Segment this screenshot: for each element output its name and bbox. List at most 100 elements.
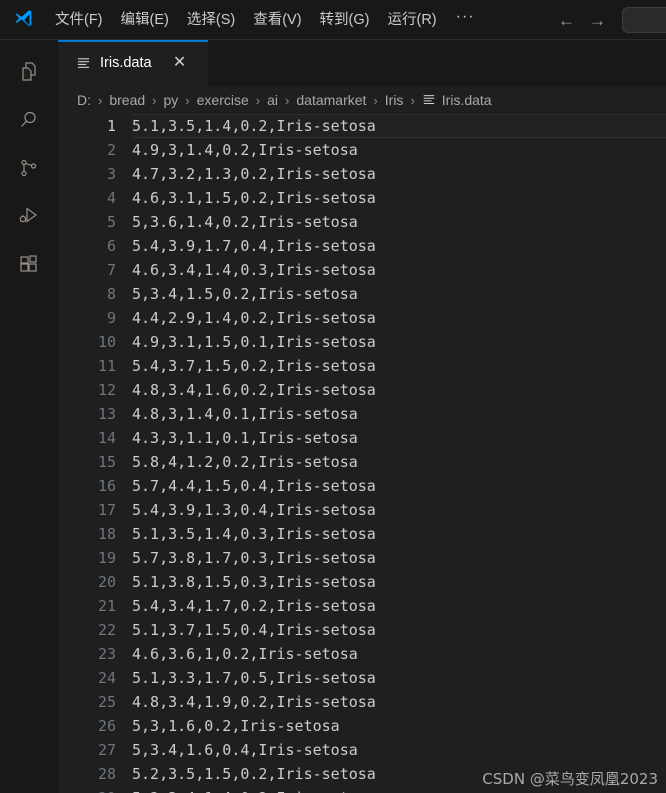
- breadcrumb-separator: ›: [98, 92, 103, 108]
- menu-edit[interactable]: 编辑(E): [112, 6, 178, 34]
- line-number: 23: [97, 645, 116, 663]
- code-line[interactable]: 12 4.8,3.4,1.6,0.2,Iris-setosa: [58, 378, 666, 402]
- code-line[interactable]: 17 5.4,3.9,1.3,0.4,Iris-setosa: [58, 498, 666, 522]
- line-number: 19: [97, 549, 116, 567]
- code-line[interactable]: 28 5.2,3.5,1.5,0.2,Iris-setosa: [58, 762, 666, 786]
- breadcrumb-item-py[interactable]: py: [164, 92, 179, 108]
- breadcrumb-item-iris[interactable]: Iris: [385, 92, 404, 108]
- code-line[interactable]: 23 4.6,3.6,1,0.2,Iris-setosa: [58, 642, 666, 666]
- menu-go[interactable]: 转到(G): [311, 6, 379, 34]
- breadcrumb-separator: ›: [152, 92, 157, 108]
- line-number: 5: [106, 213, 116, 231]
- activity-extensions[interactable]: [0, 240, 58, 288]
- menu-overflow-button[interactable]: ···: [446, 5, 485, 35]
- code-line[interactable]: 22 5.1,3.7,1.5,0.4,Iris-setosa: [58, 618, 666, 642]
- code-line[interactable]: 11 5.4,3.7,1.5,0.2,Iris-setosa: [58, 354, 666, 378]
- code-line[interactable]: 26 5,3,1.6,0.2,Iris-setosa: [58, 714, 666, 738]
- vscode-logo-icon: [0, 0, 46, 40]
- code-line-text: 5.2,3.4,1.4,0.2,Iris-setosa: [130, 786, 666, 793]
- tab-bar-empty-space: [208, 40, 666, 86]
- breadcrumb-item-ai[interactable]: ai: [267, 92, 278, 108]
- menu-run[interactable]: 运行(R): [378, 6, 445, 34]
- breadcrumb-separator: ›: [185, 92, 190, 108]
- workbench-body: Iris.data ✕ D: › bread › py › exercise ›…: [0, 40, 666, 793]
- code-line[interactable]: 4 4.6,3.1,1.5,0.2,Iris-setosa: [58, 186, 666, 210]
- code-line[interactable]: 24 5.1,3.3,1.7,0.5,Iris-setosa: [58, 666, 666, 690]
- code-line-text: 5.1,3.5,1.4,0.3,Iris-setosa: [132, 525, 376, 543]
- code-line-text: 4.6,3.4,1.4,0.3,Iris-setosa: [132, 261, 376, 279]
- menu-selection[interactable]: 选择(S): [178, 6, 244, 34]
- code-line[interactable]: 15 5.8,4,1.2,0.2,Iris-setosa: [58, 450, 666, 474]
- code-line-text: 5,3,1.6,0.2,Iris-setosa: [132, 717, 340, 735]
- line-number: 6: [106, 237, 116, 255]
- line-number: 11: [97, 357, 116, 375]
- code-line[interactable]: 1 5.1,3.5,1.4,0.2,Iris-setosa: [58, 114, 666, 138]
- code-line[interactable]: 295.2,3.4,1.4,0.2,Iris-setosa: [58, 786, 666, 793]
- menu-view[interactable]: 查看(V): [244, 6, 310, 34]
- code-line[interactable]: 16 5.7,4.4,1.5,0.4,Iris-setosa: [58, 474, 666, 498]
- menu-file[interactable]: 文件(F): [46, 6, 112, 34]
- activity-source-control[interactable]: [0, 144, 58, 192]
- code-line-text: 4.7,3.2,1.3,0.2,Iris-setosa: [132, 165, 376, 183]
- code-line-text: 5,3.4,1.5,0.2,Iris-setosa: [132, 285, 358, 303]
- back-arrow-icon[interactable]: ←: [558, 12, 575, 29]
- activity-search[interactable]: [0, 96, 58, 144]
- breadcrumb-separator: ›: [373, 92, 378, 108]
- code-line[interactable]: 9 4.4,2.9,1.4,0.2,Iris-setosa: [58, 306, 666, 330]
- code-line[interactable]: 21 5.4,3.4,1.7,0.2,Iris-setosa: [58, 594, 666, 618]
- tab-iris-data[interactable]: Iris.data ✕: [58, 40, 208, 86]
- code-line[interactable]: 2 4.9,3,1.4,0.2,Iris-setosa: [58, 138, 666, 162]
- close-icon[interactable]: ✕: [171, 54, 189, 72]
- code-line[interactable]: 13 4.8,3,1.4,0.1,Iris-setosa: [58, 402, 666, 426]
- breadcrumb-item-bread[interactable]: bread: [109, 92, 145, 108]
- line-number: 8: [106, 285, 116, 303]
- line-number: 12: [97, 381, 116, 399]
- breadcrumb-item-drive[interactable]: D:: [77, 92, 91, 108]
- line-number: 29: [58, 786, 130, 793]
- code-line[interactable]: 18 5.1,3.5,1.4,0.3,Iris-setosa: [58, 522, 666, 546]
- code-line[interactable]: 6 5.4,3.9,1.7,0.4,Iris-setosa: [58, 234, 666, 258]
- code-line-text: 5.8,4,1.2,0.2,Iris-setosa: [132, 453, 358, 471]
- code-line[interactable]: 7 4.6,3.4,1.4,0.3,Iris-setosa: [58, 258, 666, 282]
- breadcrumb-item-file[interactable]: Iris.data: [442, 92, 492, 108]
- breadcrumb-item-exercise[interactable]: exercise: [197, 92, 249, 108]
- code-line[interactable]: 14 4.3,3,1.1,0.1,Iris-setosa: [58, 426, 666, 450]
- code-line[interactable]: 10 4.9,3.1,1.5,0.1,Iris-setosa: [58, 330, 666, 354]
- code-line-text: 5.4,3.4,1.7,0.2,Iris-setosa: [132, 597, 376, 615]
- editor-tab-bar: Iris.data ✕: [58, 40, 666, 86]
- code-line[interactable]: 5 5,3.6,1.4,0.2,Iris-setosa: [58, 210, 666, 234]
- code-line[interactable]: 25 4.8,3.4,1.9,0.2,Iris-setosa: [58, 690, 666, 714]
- code-line-text: 4.9,3,1.4,0.2,Iris-setosa: [132, 141, 358, 159]
- forward-arrow-icon[interactable]: →: [589, 12, 606, 29]
- code-editor[interactable]: 1 5.1,3.5,1.4,0.2,Iris-setosa 2 4.9,3,1.4,0…: [58, 114, 666, 793]
- code-line[interactable]: 8 5,3.4,1.5,0.2,Iris-setosa: [58, 282, 666, 306]
- search-icon: [17, 108, 41, 132]
- code-line-text: 4.6,3.6,1,0.2,Iris-setosa: [132, 645, 358, 663]
- line-number: 21: [97, 597, 116, 615]
- extensions-icon: [17, 252, 41, 276]
- code-line[interactable]: 19 5.7,3.8,1.7,0.3,Iris-setosa: [58, 546, 666, 570]
- code-line[interactable]: 27 5,3.4,1.6,0.4,Iris-setosa: [58, 738, 666, 762]
- breadcrumb-item-datamarket[interactable]: datamarket: [296, 92, 366, 108]
- code-line-text: 5.1,3.8,1.5,0.3,Iris-setosa: [132, 573, 376, 591]
- code-line-text: 5.1,3.7,1.5,0.4,Iris-setosa: [132, 621, 376, 639]
- code-line-text: 5,3.4,1.6,0.4,Iris-setosa: [132, 741, 358, 759]
- command-center-search-input[interactable]: [622, 7, 666, 33]
- activity-run-debug[interactable]: [0, 192, 58, 240]
- code-line-text: 5.7,3.8,1.7,0.3,Iris-setosa: [132, 549, 376, 567]
- code-line-text: 4.9,3.1,1.5,0.1,Iris-setosa: [132, 333, 376, 351]
- file-text-icon: [76, 56, 91, 71]
- line-number: 15: [97, 453, 116, 471]
- line-number: 3: [106, 165, 116, 183]
- activity-explorer[interactable]: [0, 48, 58, 96]
- code-line-text: 5.4,3.9,1.3,0.4,Iris-setosa: [132, 501, 376, 519]
- line-number: 7: [106, 261, 116, 279]
- code-line-text: 4.8,3,1.4,0.1,Iris-setosa: [132, 405, 358, 423]
- line-number: 1: [106, 117, 116, 135]
- code-line[interactable]: 20 5.1,3.8,1.5,0.3,Iris-setosa: [58, 570, 666, 594]
- line-number: 20: [97, 573, 116, 591]
- code-line[interactable]: 3 4.7,3.2,1.3,0.2,Iris-setosa: [58, 162, 666, 186]
- code-line-text: 5.7,4.4,1.5,0.4,Iris-setosa: [132, 477, 376, 495]
- activity-bar: [0, 40, 58, 793]
- breadcrumb-separator: ›: [285, 92, 290, 108]
